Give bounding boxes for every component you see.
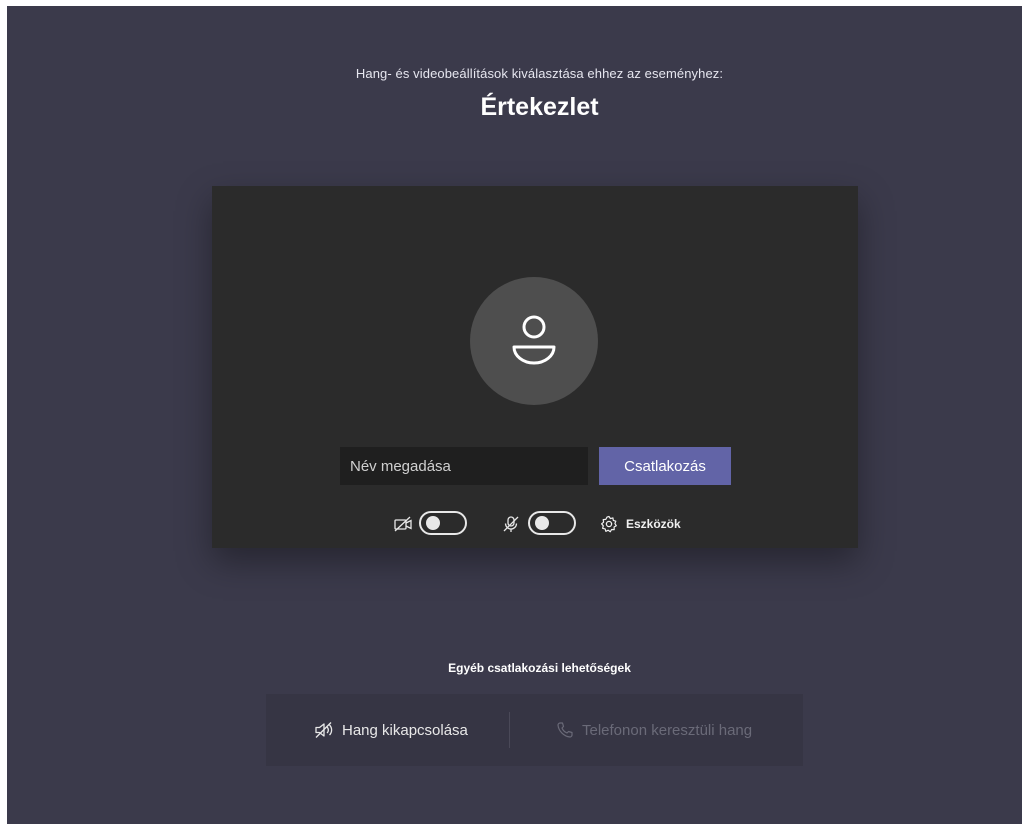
camera-toggle[interactable] [419,511,467,535]
video-preview-card: Csatlakozás [212,186,858,548]
camera-off-icon [394,516,412,532]
mic-off-icon [503,516,519,532]
audio-off-label: Hang kikapcsolása [342,721,468,739]
phone-icon [557,722,573,738]
options-divider [509,712,510,748]
other-options-title: Egyéb csatlakozási lehetőségek [448,661,631,675]
other-join-options: Hang kikapcsolása Telefonon keresztüli h… [266,694,803,766]
phone-audio-option[interactable]: Telefonon keresztüli hang [556,694,752,766]
page-subtitle: Hang- és videobeállítások kiválasztása e… [355,66,724,81]
avatar [470,277,598,405]
devices-label: Eszközök [626,517,681,531]
devices-button[interactable]: Eszközök [600,511,681,537]
mic-toggle-knob [535,516,549,530]
pre-join-screen: Hang- és videobeállítások kiválasztása e… [7,6,1022,824]
gear-icon [601,515,617,533]
person-icon [512,315,556,365]
join-button[interactable]: Csatlakozás [599,447,731,485]
mic-toggle[interactable] [528,511,576,535]
device-controls: Eszközök [212,511,858,537]
name-input[interactable] [340,447,588,485]
meeting-title: Értekezlet [480,93,599,121]
audio-off-option[interactable]: Hang kikapcsolása [314,694,468,766]
camera-toggle-knob [426,516,440,530]
speaker-off-icon [315,722,333,738]
phone-audio-label: Telefonon keresztüli hang [582,721,753,739]
